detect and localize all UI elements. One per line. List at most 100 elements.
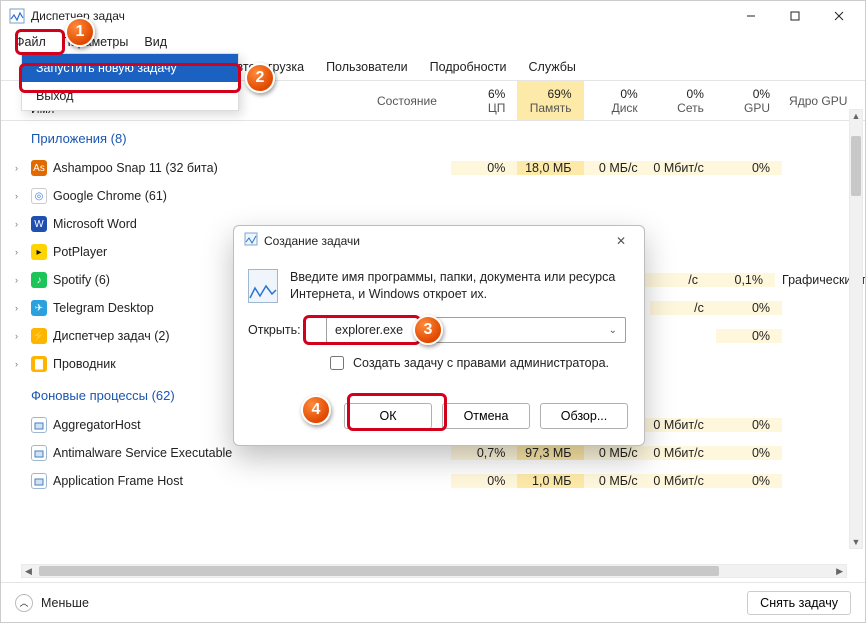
group-apps: Приложения (8)	[1, 121, 865, 154]
scroll-right-icon[interactable]: ▶	[833, 566, 846, 577]
process-name: Google Chrome (61)	[53, 189, 167, 203]
menubar: Файл Параметры Вид	[1, 31, 865, 53]
minimize-button[interactable]	[729, 1, 773, 31]
cell-disk: 0 МБ/с	[584, 446, 650, 460]
admin-label: Создать задачу с правами администратора.	[353, 356, 609, 370]
expand-icon[interactable]: ›	[15, 275, 25, 285]
expand-icon[interactable]: ›	[15, 163, 25, 173]
col-gpu[interactable]: 0%GPU	[716, 81, 782, 120]
scroll-thumb[interactable]	[851, 136, 861, 196]
process-name: AggregatorHost	[53, 418, 141, 432]
process-name: Spotify (6)	[53, 273, 110, 287]
scroll-up-icon[interactable]: ▲	[850, 110, 862, 122]
process-name: Antimalware Service Executable	[53, 446, 232, 460]
app-icon	[31, 445, 47, 461]
run-dialog-intro: Введите имя программы, папки, документа …	[290, 269, 626, 303]
horizontal-scrollbar[interactable]: ◀ ▶	[21, 564, 847, 578]
annotation-marker-4: 4	[301, 395, 331, 425]
tab-services[interactable]: Службы	[518, 53, 587, 80]
annotation-marker-3: 3	[413, 315, 443, 345]
process-name: Ashampoo Snap 11 (32 бита)	[53, 161, 218, 175]
fewer-details-label: Меньше	[41, 596, 89, 610]
tab-users[interactable]: Пользователи	[315, 53, 419, 80]
menu-view[interactable]: Вид	[136, 33, 175, 51]
cell-gpu: 0%	[716, 446, 782, 460]
titlebar: Диспетчер задач	[1, 1, 865, 31]
app-icon: As	[31, 160, 47, 176]
cell-gpu: 0%	[716, 329, 782, 343]
menu-exit[interactable]: Выход	[22, 82, 238, 110]
end-task-button[interactable]: Снять задачу	[747, 591, 851, 615]
cell-disk: 0 МБ/с	[584, 474, 650, 488]
expand-icon[interactable]: ›	[15, 191, 25, 201]
cell-gpu: 0%	[716, 161, 782, 175]
expand-icon[interactable]: ›	[15, 303, 25, 313]
dialog-close-button[interactable]: ✕	[606, 234, 636, 248]
cell-disk: 0 МБ/с	[584, 161, 650, 175]
app-icon: ▇	[31, 356, 47, 372]
ok-button[interactable]: ОК	[344, 403, 432, 429]
annotation-marker-1: 1	[65, 17, 95, 47]
app-icon	[31, 473, 47, 489]
app-icon: ⚡	[31, 328, 47, 344]
col-state[interactable]: Состояние	[376, 81, 451, 120]
cell-cpu: 0,7%	[451, 446, 517, 460]
app-icon: ◎	[31, 188, 47, 204]
col-mem[interactable]: 69%Память	[517, 81, 583, 120]
table-row[interactable]: › ◎ Google Chrome (61)	[1, 182, 865, 210]
table-row[interactable]: Application Frame Host0%1,0 МБ0 МБ/с0 Мб…	[1, 467, 865, 495]
open-label: Открыть:	[248, 323, 316, 337]
col-net[interactable]: 0%Сеть	[650, 81, 716, 120]
file-menu-popup: Запустить новую задачу Выход	[21, 53, 239, 111]
app-icon	[31, 417, 47, 433]
col-disk[interactable]: 0%Диск	[584, 81, 650, 120]
menu-run-new-task[interactable]: Запустить новую задачу	[22, 54, 238, 82]
cell-gpu: 0,1%	[710, 273, 775, 287]
open-value: explorer.exe	[335, 323, 403, 337]
app-icon: ▸	[31, 244, 47, 260]
chevron-down-icon[interactable]: ⌄	[609, 325, 617, 336]
cell-mem: 18,0 МБ	[517, 161, 583, 175]
process-name: Microsoft Word	[53, 217, 137, 231]
cell-net: 0 Мбит/с	[650, 418, 716, 432]
window-title: Диспетчер задач	[31, 9, 729, 23]
browse-button[interactable]: Обзор...	[540, 403, 628, 429]
col-cpu[interactable]: 6%ЦП	[451, 81, 517, 120]
footer: ︿ Меньше Снять задачу	[1, 582, 865, 622]
cell-net: /с	[645, 273, 710, 287]
expand-icon[interactable]: ›	[15, 331, 25, 341]
cancel-button[interactable]: Отмена	[442, 403, 530, 429]
expand-icon[interactable]: ›	[15, 247, 25, 257]
app-icon: ♪	[31, 272, 47, 288]
cell-net: 0 Мбит/с	[650, 474, 716, 488]
maximize-button[interactable]	[773, 1, 817, 31]
scroll-thumb-h[interactable]	[39, 566, 719, 576]
process-name: Application Frame Host	[53, 474, 183, 488]
cell-mem: 1,0 МБ	[517, 474, 583, 488]
cell-gpu: 0%	[716, 474, 782, 488]
menu-file[interactable]: Файл	[7, 33, 54, 51]
expand-icon[interactable]: ›	[15, 359, 25, 369]
fewer-details[interactable]: ︿ Меньше	[15, 594, 89, 612]
app-icon: ✈	[31, 300, 47, 316]
app-icon: W	[31, 216, 47, 232]
cell-cpu: 0%	[451, 161, 517, 175]
run-dialog-icon	[244, 232, 258, 249]
cell-gpu: 0%	[716, 418, 782, 432]
taskmgr-icon	[9, 8, 25, 24]
scroll-down-icon[interactable]: ▼	[850, 536, 862, 548]
open-combobox[interactable]: explorer.exe ⌄	[326, 317, 626, 343]
table-row[interactable]: ›AsAshampoo Snap 11 (32 бита)0%18,0 МБ0 …	[1, 154, 865, 182]
cell-cpu: 0%	[451, 474, 517, 488]
tab-details[interactable]: Подробности	[419, 53, 518, 80]
admin-checkbox[interactable]	[330, 356, 344, 370]
scroll-left-icon[interactable]: ◀	[22, 566, 35, 577]
annotation-marker-2: 2	[245, 63, 275, 93]
process-name: Проводник	[53, 357, 116, 371]
cell-net: 0 Мбит/с	[650, 446, 716, 460]
expand-icon[interactable]: ›	[15, 219, 25, 229]
run-dialog-large-icon	[248, 269, 278, 303]
close-button[interactable]	[817, 1, 861, 31]
process-name: PotPlayer	[53, 245, 107, 259]
vertical-scrollbar[interactable]: ▲ ▼	[849, 109, 863, 549]
